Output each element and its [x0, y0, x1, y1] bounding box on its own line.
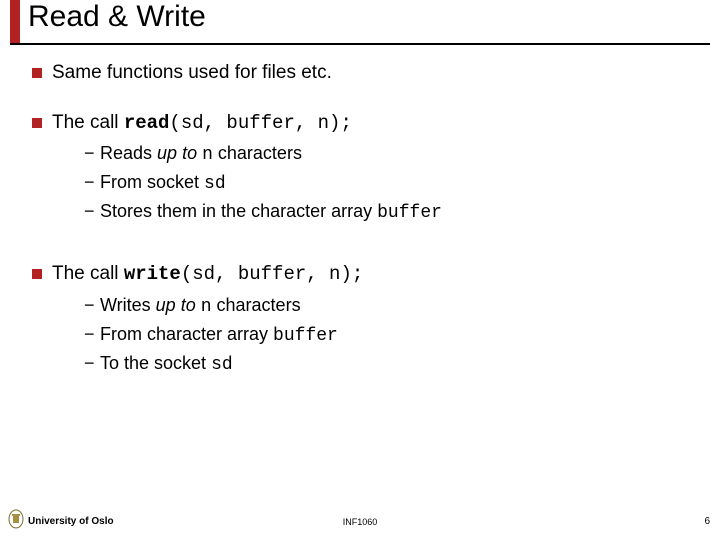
code-sd: sd [204, 174, 226, 194]
sub-item-text: To the socket sd [100, 350, 233, 379]
code-read: read [124, 112, 170, 134]
bullet-1: Same functions used for files etc. [32, 60, 700, 86]
square-bullet-icon [32, 269, 42, 279]
dash-bullet-icon: − [84, 140, 100, 169]
sub-item: − Reads up to n characters [84, 140, 700, 169]
footer-page-number: 6 [704, 516, 710, 527]
square-bullet-icon [32, 68, 42, 78]
bullet-2-text: The call read(sd, buffer, n); [52, 110, 352, 137]
square-bullet-icon [32, 118, 42, 128]
university-seal-icon [8, 509, 24, 529]
dash-bullet-icon: − [84, 350, 100, 379]
text-fragment: To the socket [100, 353, 211, 373]
code-n: n [202, 145, 213, 165]
sub-item: − To the socket sd [84, 350, 700, 379]
dash-bullet-icon: − [84, 198, 100, 227]
title-accent-bar [10, 0, 20, 43]
sub-item: − From character array buffer [84, 321, 700, 350]
bullet-3-text: The call write(sd, buffer, n); [52, 261, 363, 288]
footer-university: University of Oslo [28, 516, 114, 527]
text-fragment: characters [213, 143, 302, 163]
bullet-3-sublist: − Writes up to n characters − From chara… [84, 292, 700, 379]
dash-bullet-icon: − [84, 321, 100, 350]
text-fragment: Writes [100, 295, 156, 315]
code-args: (sd, buffer, n); [181, 263, 363, 285]
sub-item-text: From socket sd [100, 169, 226, 198]
code-write: write [124, 263, 181, 285]
bullet-1-text: Same functions used for files etc. [52, 60, 332, 86]
text-fragment: Stores them in the character array [100, 201, 377, 221]
sub-item-text: Stores them in the character array buffe… [100, 198, 442, 227]
slide-footer: University of Oslo INF1060 6 [0, 510, 720, 530]
sub-item: − From socket sd [84, 169, 700, 198]
dash-bullet-icon: − [84, 292, 100, 321]
slide-title: Read & Write [28, 0, 206, 34]
text-fragment: The call [52, 263, 124, 284]
dash-bullet-icon: − [84, 169, 100, 198]
footer-course-code: INF1060 [343, 517, 378, 527]
italic-fragment: up to [157, 143, 202, 163]
code-n: n [201, 297, 212, 317]
bullet-2: The call read(sd, buffer, n); [32, 110, 700, 137]
text-fragment: The call [52, 112, 124, 133]
text-fragment: characters [212, 295, 301, 315]
text-fragment: From socket [100, 172, 204, 192]
bullet-3: The call write(sd, buffer, n); [32, 261, 700, 288]
sub-item-text: Reads up to n characters [100, 140, 302, 169]
text-fragment: From character array [100, 324, 273, 344]
title-underline [10, 43, 710, 45]
sub-item-text: Writes up to n characters [100, 292, 301, 321]
slide-body: Same functions used for files etc. The c… [32, 60, 700, 413]
italic-fragment: up to [156, 295, 201, 315]
bullet-2-sublist: − Reads up to n characters − From socket… [84, 140, 700, 227]
text-fragment: Reads [100, 143, 157, 163]
sub-item-text: From character array buffer [100, 321, 338, 350]
sub-item: − Stores them in the character array buf… [84, 198, 700, 227]
code-sd: sd [211, 355, 233, 375]
sub-item: − Writes up to n characters [84, 292, 700, 321]
code-buffer: buffer [377, 203, 442, 223]
code-buffer: buffer [273, 326, 338, 346]
code-args: (sd, buffer, n); [169, 112, 351, 134]
